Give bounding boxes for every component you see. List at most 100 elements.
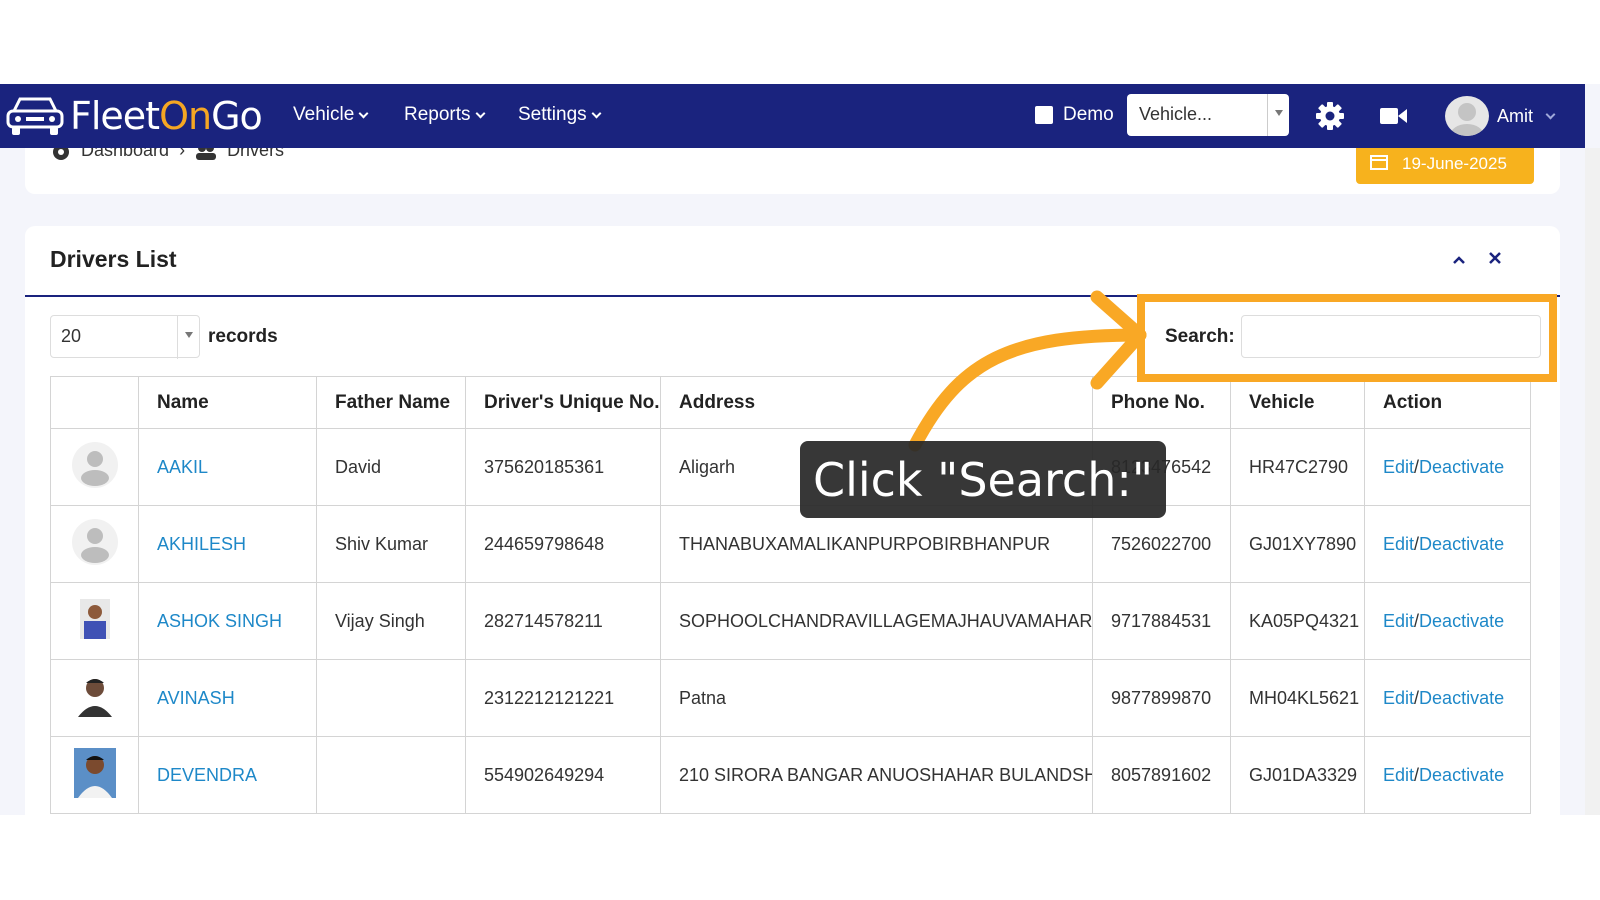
bottom-margin <box>0 815 1600 900</box>
driver-photo-cell <box>50 659 139 737</box>
edit-link[interactable]: Edit <box>1383 534 1414 554</box>
table-row: AKHILESH Shiv Kumar 244659798648 THANABU… <box>50 505 1531 583</box>
records-select[interactable]: 20 <box>50 315 200 359</box>
column-header-phone[interactable]: Phone No. <box>1092 376 1231 429</box>
father-name-cell <box>316 736 466 814</box>
user-silhouette-icon <box>1450 103 1484 136</box>
records-label: records <box>208 325 278 347</box>
deactivate-link[interactable]: Deactivate <box>1419 765 1504 785</box>
chevron-down-icon <box>475 108 485 118</box>
demo-checkbox[interactable] <box>1035 106 1053 124</box>
phone-cell: 9877899870 <box>1092 659 1231 737</box>
driver-photo <box>73 747 116 798</box>
nav-settings-label: Settings <box>518 104 587 125</box>
vehicle-select[interactable]: Vehicle... <box>1127 94 1289 136</box>
demo-toggle[interactable]: Demo <box>1035 104 1114 126</box>
driver-photo-cell <box>50 428 139 506</box>
chevron-down-icon <box>358 108 369 118</box>
column-header-vehicle[interactable]: Vehicle <box>1230 376 1365 429</box>
table-row: DEVENDRA 554902649294 210 SIRORA BANGAR … <box>50 736 1531 814</box>
video-camera-icon[interactable] <box>1380 105 1408 127</box>
default-avatar-icon <box>71 441 118 488</box>
user-menu[interactable]: Amit <box>1445 96 1556 136</box>
father-name-cell: Vijay Singh <box>316 582 466 660</box>
vehicle-cell: HR47C2790 <box>1230 428 1365 506</box>
column-header-father-name[interactable]: Father Name <box>316 376 466 429</box>
nav-vehicle-label: Vehicle <box>293 104 355 125</box>
driver-name-link[interactable]: AAKIL <box>157 457 208 477</box>
dropdown-arrow-icon <box>177 316 199 359</box>
deactivate-link[interactable]: Deactivate <box>1419 457 1504 477</box>
column-header-name[interactable]: Name <box>138 376 317 429</box>
address-cell: Patna <box>660 659 1093 737</box>
unique-no-cell: 554902649294 <box>465 736 661 814</box>
records-select-value: 20 <box>61 326 82 346</box>
drivers-table: Name Father Name Driver's Unique No. Add… <box>50 376 1531 814</box>
vehicle-cell: MH04KL5621 <box>1230 659 1365 737</box>
vehicle-select-value: Vehicle... <box>1139 104 1213 124</box>
vehicle-cell: GJ01XY7890 <box>1230 505 1365 583</box>
deactivate-link[interactable]: Deactivate <box>1419 534 1504 554</box>
table-header-row: Name Father Name Driver's Unique No. Add… <box>50 376 1531 429</box>
column-header-address[interactable]: Address <box>660 376 1093 429</box>
table-row: AVINASH 2312212121221 Patna 9877899870 M… <box>50 659 1531 737</box>
father-name-cell: David <box>316 428 466 506</box>
table-row: ASHOK SINGH Vijay Singh 282714578211 SOP… <box>50 582 1531 660</box>
fleetongo-logo[interactable]: FleetOnGo <box>4 92 263 140</box>
deactivate-link[interactable]: Deactivate <box>1419 611 1504 631</box>
logo-text: FleetOnGo <box>70 94 263 138</box>
date-label: 19-June-2025 <box>1402 154 1507 173</box>
callout-text: Click "Search:" <box>812 452 1154 507</box>
vehicle-cell: KA05PQ4321 <box>1230 582 1365 660</box>
driver-name-link[interactable]: AVINASH <box>157 688 235 708</box>
edit-link[interactable]: Edit <box>1383 611 1414 631</box>
column-header-unique-no[interactable]: Driver's Unique No. <box>465 376 661 429</box>
unique-no-cell: 2312212121221 <box>465 659 661 737</box>
gear-icon[interactable] <box>1315 101 1345 131</box>
nav-settings[interactable]: Settings <box>518 104 602 126</box>
action-cell: Edit/Deactivate <box>1364 659 1531 737</box>
unique-no-cell: 375620185361 <box>465 428 661 506</box>
edit-link[interactable]: Edit <box>1383 765 1414 785</box>
address-cell: 210 SIRORA BANGAR ANUOSHAHAR BULANDSHAHA… <box>660 736 1093 814</box>
deactivate-link[interactable]: Deactivate <box>1419 688 1504 708</box>
nav-vehicle[interactable]: Vehicle <box>293 104 369 126</box>
driver-name-link[interactable]: DEVENDRA <box>157 765 257 785</box>
scrollbar[interactable] <box>1585 148 1600 815</box>
father-name-cell <box>316 659 466 737</box>
default-avatar-icon <box>71 518 118 565</box>
close-icon[interactable] <box>1488 248 1502 271</box>
address-cell: SOPHOOLCHANDRAVILLAGEMAJHAUVAMAHARAJ <box>660 582 1093 660</box>
father-name-cell: Shiv Kumar <box>316 505 466 583</box>
records-per-page: 20 records <box>50 315 278 359</box>
card-title: Drivers List <box>50 246 177 272</box>
driver-photo-cell <box>50 505 139 583</box>
driver-photo-cell <box>50 736 139 814</box>
collapse-icon[interactable] <box>1452 248 1466 271</box>
action-cell: Edit/Deactivate <box>1364 582 1531 660</box>
calendar-icon <box>1370 155 1388 170</box>
driver-name-link[interactable]: AKHILESH <box>157 534 246 554</box>
search-highlight-box <box>1137 294 1557 382</box>
action-cell: Edit/Deactivate <box>1364 736 1531 814</box>
phone-cell: 8057891602 <box>1092 736 1231 814</box>
phone-cell: 9717884531 <box>1092 582 1231 660</box>
chevron-down-icon <box>1545 109 1556 119</box>
table-row: AAKIL David 375620185361 Aligarh 8123476… <box>50 428 1531 506</box>
top-navbar: FleetOnGo Vehicle Reports Settings Demo … <box>0 84 1585 148</box>
chevron-down-icon <box>591 108 602 118</box>
action-cell: Edit/Deactivate <box>1364 428 1531 506</box>
car-icon <box>6 97 64 135</box>
edit-link[interactable]: Edit <box>1383 688 1414 708</box>
user-name: Amit <box>1497 105 1533 126</box>
tutorial-callout: Click "Search:" <box>800 441 1166 518</box>
dropdown-arrow-icon <box>1267 94 1289 136</box>
nav-reports[interactable]: Reports <box>404 104 485 126</box>
driver-photo-cell <box>50 582 139 660</box>
edit-link[interactable]: Edit <box>1383 457 1414 477</box>
user-avatar <box>1445 96 1489 136</box>
demo-label: Demo <box>1063 104 1114 125</box>
driver-name-link[interactable]: ASHOK SINGH <box>157 611 282 631</box>
driver-photo <box>79 598 110 639</box>
nav-reports-label: Reports <box>404 104 471 125</box>
